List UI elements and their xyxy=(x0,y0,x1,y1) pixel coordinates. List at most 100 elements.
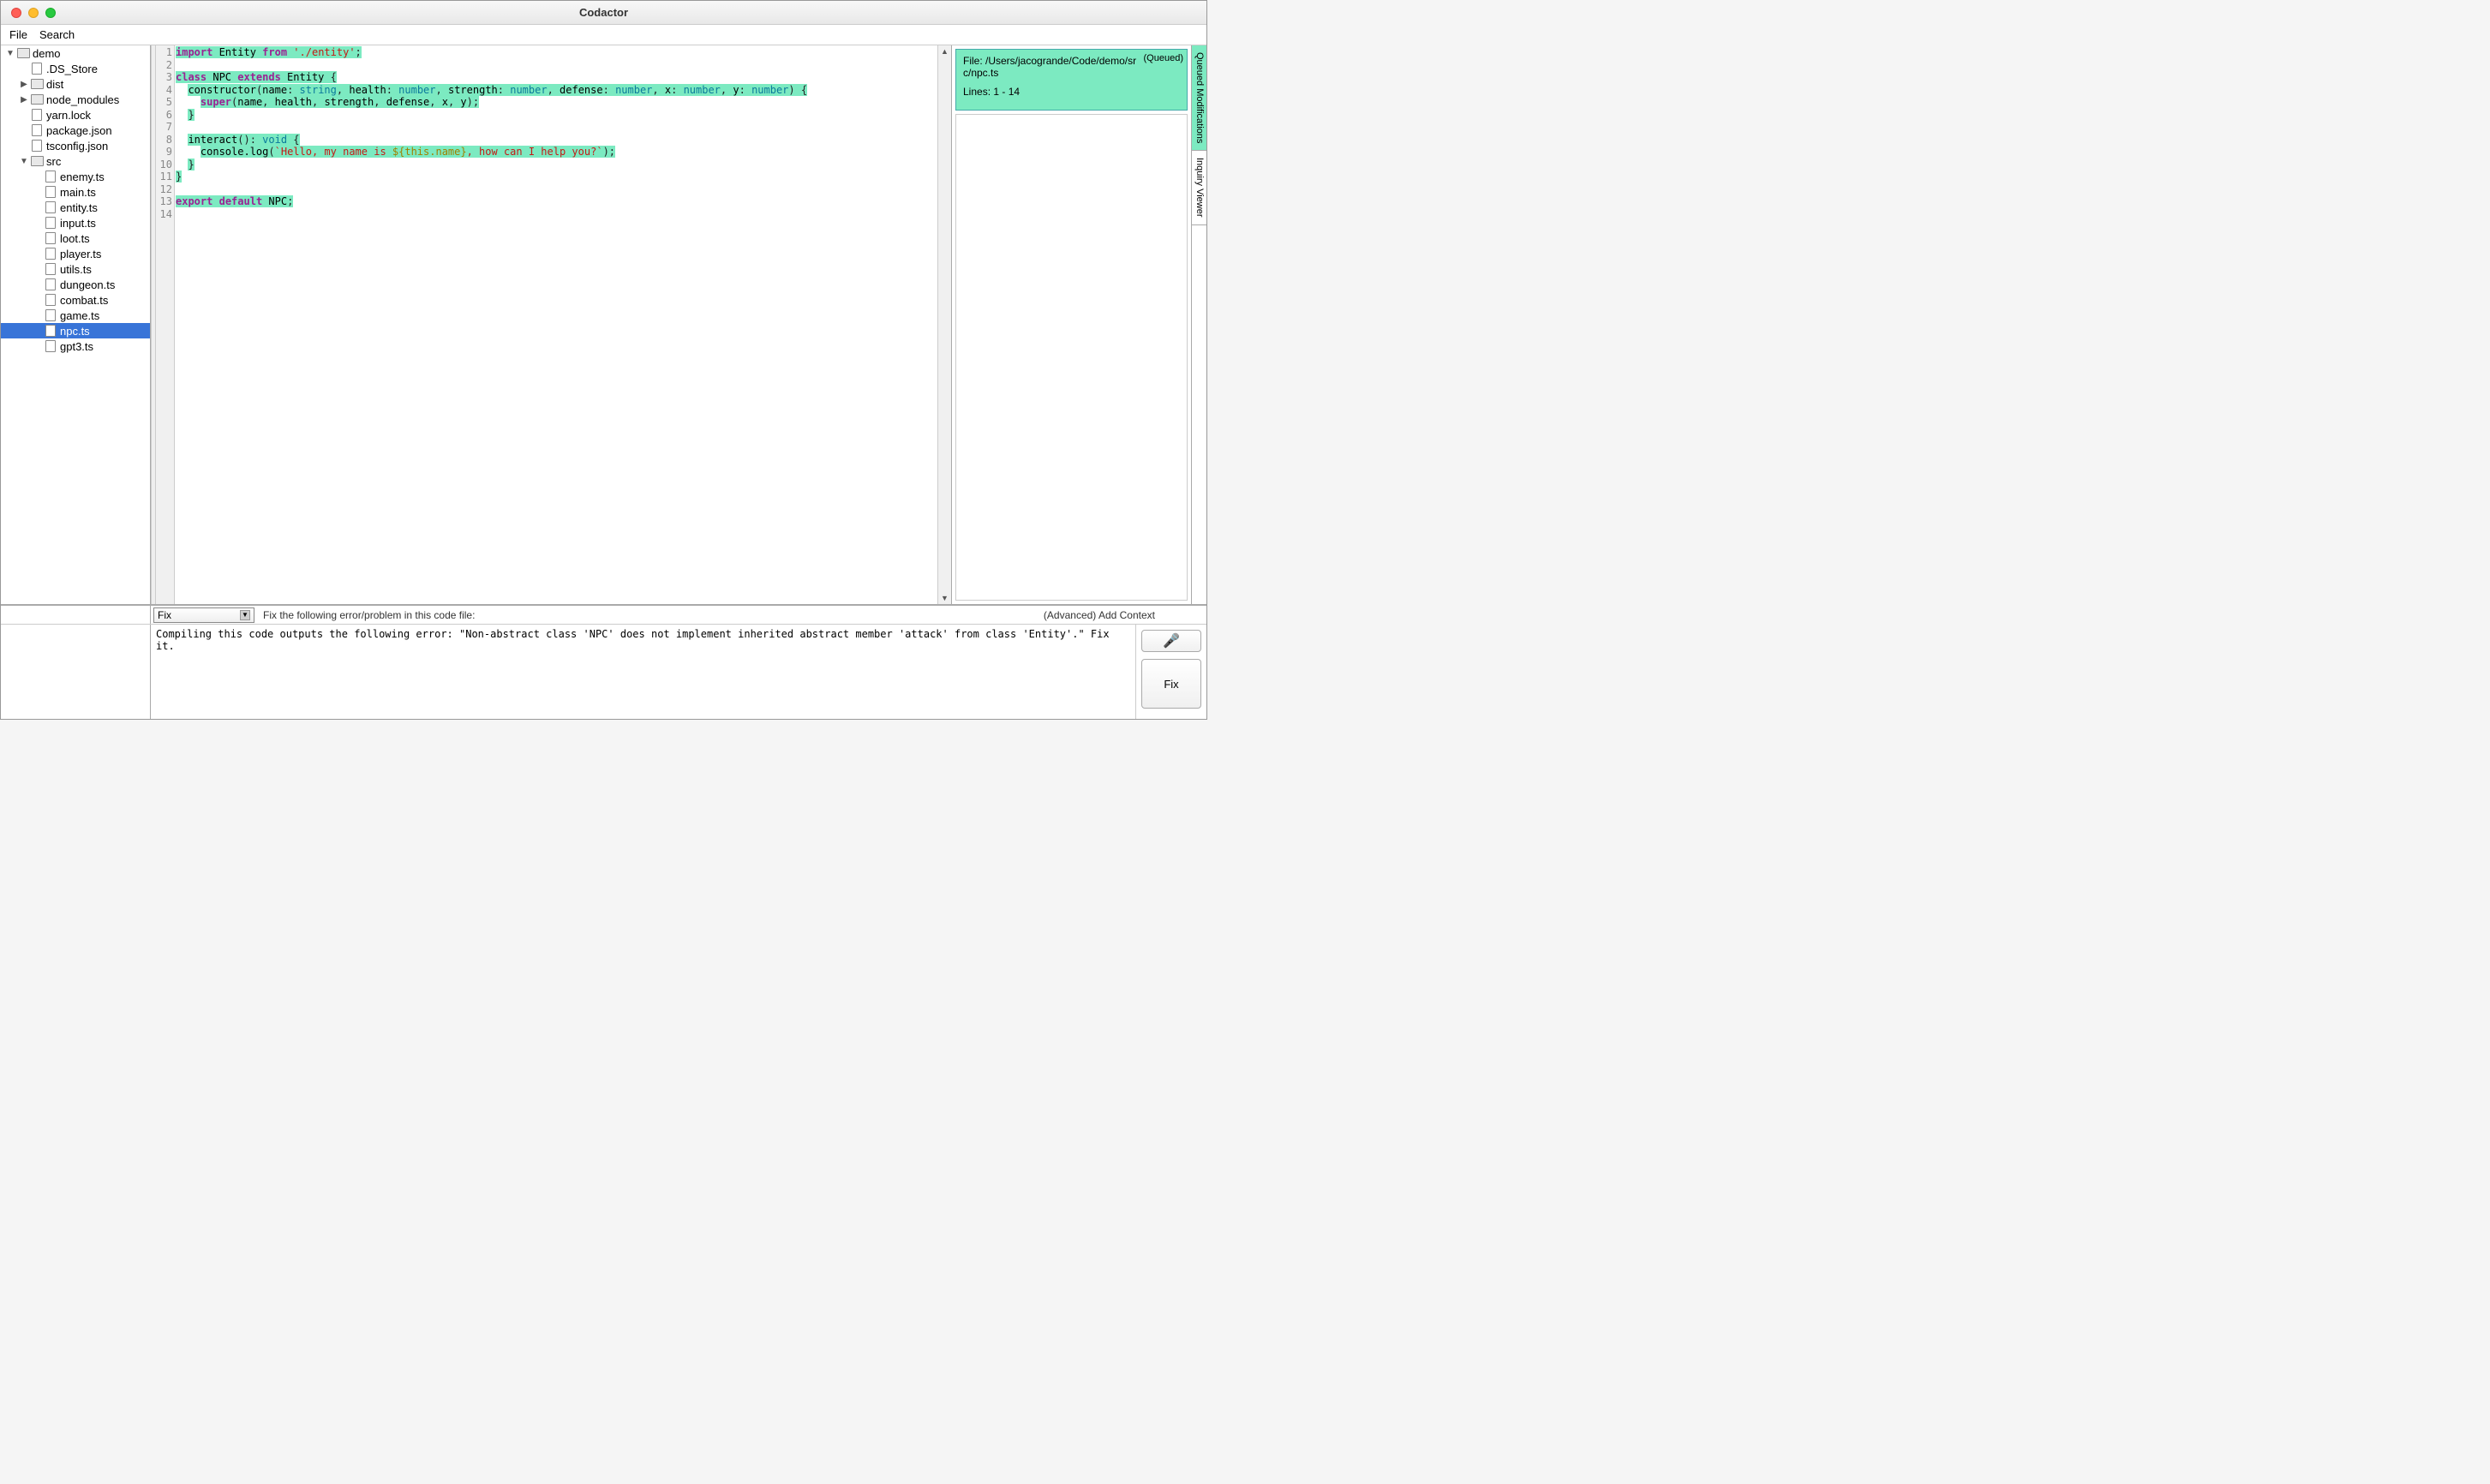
tree-item-dist[interactable]: ▶ dist xyxy=(1,76,150,92)
tree-item-enemy-ts[interactable]: enemy.ts xyxy=(1,169,150,184)
button-column: 🎤 Fix xyxy=(1136,625,1206,719)
sidebar-spacer xyxy=(1,606,151,624)
code-line[interactable]: export default NPC; xyxy=(176,195,937,208)
file-icon xyxy=(30,63,44,75)
code-line[interactable] xyxy=(176,183,937,196)
microphone-button[interactable]: 🎤 xyxy=(1141,630,1201,652)
tree-item-label: dist xyxy=(46,78,63,91)
tree-item-tsconfig-json[interactable]: tsconfig.json xyxy=(1,138,150,153)
file-icon xyxy=(44,294,57,306)
scroll-down-icon[interactable]: ▼ xyxy=(938,592,951,604)
disclosure-triangle-icon[interactable]: ▼ xyxy=(4,49,16,58)
tree-item-label: enemy.ts xyxy=(60,171,105,183)
tree-item-label: dungeon.ts xyxy=(60,278,115,291)
scroll-up-icon[interactable]: ▲ xyxy=(938,45,951,57)
tree-item-label: tsconfig.json xyxy=(46,140,108,153)
app-window: Codactor File Search ▼demo.DS_Store▶dist… xyxy=(0,0,1207,720)
traffic-lights xyxy=(1,8,56,18)
tree-item-game-ts[interactable]: game.ts xyxy=(1,308,150,323)
tree-item--DS-Store[interactable]: .DS_Store xyxy=(1,61,150,76)
tree-item-src[interactable]: ▼src xyxy=(1,153,150,169)
code-area[interactable]: import Entity from './entity'; class NPC … xyxy=(175,45,937,604)
file-icon xyxy=(44,325,57,337)
file-tree[interactable]: ▼demo.DS_Store ▶ dist ▶ node_modulesyarn.loc… xyxy=(1,45,151,604)
queued-badge: (Queued) xyxy=(1144,53,1183,63)
tree-item-label: player.ts xyxy=(60,248,101,260)
tree-item-gpt3-ts[interactable]: gpt3.ts xyxy=(1,338,150,354)
file-icon xyxy=(44,217,57,229)
code-line[interactable] xyxy=(176,208,937,221)
code-line[interactable]: super(name, health, strength, defense, x… xyxy=(176,96,937,109)
tree-item-loot-ts[interactable]: loot.ts xyxy=(1,230,150,246)
disclosure-triangle-icon[interactable]: ▼ xyxy=(18,157,30,166)
file-icon xyxy=(44,171,57,183)
file-icon xyxy=(44,278,57,290)
right-panel: (Queued) File: /Users/jacogrande/Code/de… xyxy=(952,45,1206,604)
bottom-panel: Fix ▼ Fix the following error/problem in… xyxy=(1,605,1206,719)
maximize-icon[interactable] xyxy=(45,8,56,18)
tree-item-label: package.json xyxy=(46,124,112,137)
code-line[interactable] xyxy=(176,59,937,72)
tree-item-label: input.ts xyxy=(60,217,96,230)
tree-item-label: entity.ts xyxy=(60,201,98,214)
minimize-icon[interactable] xyxy=(28,8,39,18)
code-line[interactable]: import Entity from './entity'; xyxy=(176,46,937,59)
command-row: Fix ▼ Fix the following error/problem in… xyxy=(1,606,1206,625)
tree-item-label: game.ts xyxy=(60,309,99,322)
sidebar-spacer-2 xyxy=(1,625,151,719)
tree-item-label: loot.ts xyxy=(60,232,90,245)
inquiry-area xyxy=(955,114,1188,601)
folder-icon xyxy=(30,155,44,167)
folder-icon xyxy=(16,47,30,59)
add-context-link[interactable]: (Advanced) Add Context xyxy=(1044,609,1155,621)
prompt-input[interactable]: Compiling this code outputs the followin… xyxy=(151,625,1136,719)
code-line[interactable]: class NPC extends Entity { xyxy=(176,71,937,84)
code-line[interactable]: } xyxy=(176,171,937,183)
disclosure-triangle-icon[interactable]: ▶ xyxy=(18,80,30,89)
tree-item-package-json[interactable]: package.json xyxy=(1,123,150,138)
tree-item-entity-ts[interactable]: entity.ts xyxy=(1,200,150,215)
tree-item-node-modules[interactable]: ▶ node_modules xyxy=(1,92,150,107)
tree-item-combat-ts[interactable]: combat.ts xyxy=(1,292,150,308)
action-dropdown[interactable]: Fix ▼ xyxy=(153,607,254,623)
file-icon xyxy=(30,109,44,121)
editor-scrollbar[interactable]: ▲ ▼ xyxy=(937,45,951,604)
code-line[interactable]: interact(): void { xyxy=(176,134,937,147)
tree-item-input-ts[interactable]: input.ts xyxy=(1,215,150,230)
tree-item-utils-ts[interactable]: utils.ts xyxy=(1,261,150,277)
tree-item-yarn-lock[interactable]: yarn.lock xyxy=(1,107,150,123)
tree-item-player-ts[interactable]: player.ts xyxy=(1,246,150,261)
tree-item-label: npc.ts xyxy=(60,325,90,338)
disclosure-triangle-icon[interactable]: ▶ xyxy=(18,95,30,105)
tab-inquiry-viewer[interactable]: Inquiry Viewer xyxy=(1192,151,1206,225)
tree-item-label: main.ts xyxy=(60,186,96,199)
tab-queued-modifications[interactable]: Queued Modifications xyxy=(1192,45,1206,151)
tree-item-dungeon-ts[interactable]: dungeon.ts xyxy=(1,277,150,292)
main-area: ▼demo.DS_Store ▶ dist ▶ node_modulesyarn.loc… xyxy=(1,45,1206,605)
tree-item-main-ts[interactable]: main.ts xyxy=(1,184,150,200)
file-icon xyxy=(44,201,57,213)
right-content: (Queued) File: /Users/jacogrande/Code/de… xyxy=(952,45,1191,604)
code-line[interactable]: constructor(name: string, health: number… xyxy=(176,84,937,97)
tree-item-npc-ts[interactable]: npc.ts xyxy=(1,323,150,338)
close-icon[interactable] xyxy=(11,8,21,18)
menu-search[interactable]: Search xyxy=(39,28,75,41)
code-line[interactable]: } xyxy=(176,109,937,122)
file-icon xyxy=(44,186,57,198)
fix-button[interactable]: Fix xyxy=(1141,659,1201,709)
code-line[interactable]: } xyxy=(176,159,937,171)
input-row: Compiling this code outputs the followin… xyxy=(1,625,1206,719)
code-line[interactable] xyxy=(176,121,937,134)
folder-icon xyxy=(30,93,44,105)
menu-file[interactable]: File xyxy=(9,28,27,41)
tree-item-label: node_modules xyxy=(46,93,119,106)
file-icon xyxy=(30,124,44,136)
menubar: File Search xyxy=(1,25,1206,45)
queued-lines: Lines: 1 - 14 xyxy=(963,86,1180,98)
tree-item-label: gpt3.ts xyxy=(60,340,93,353)
tree-item-demo[interactable]: ▼demo xyxy=(1,45,150,61)
code-line[interactable]: console.log(`Hello, my name is ${this.na… xyxy=(176,146,937,159)
vertical-tabs: Queued Modifications Inquiry Viewer xyxy=(1191,45,1206,604)
folder-icon xyxy=(30,78,44,90)
queued-modification-card[interactable]: (Queued) File: /Users/jacogrande/Code/de… xyxy=(955,49,1188,111)
